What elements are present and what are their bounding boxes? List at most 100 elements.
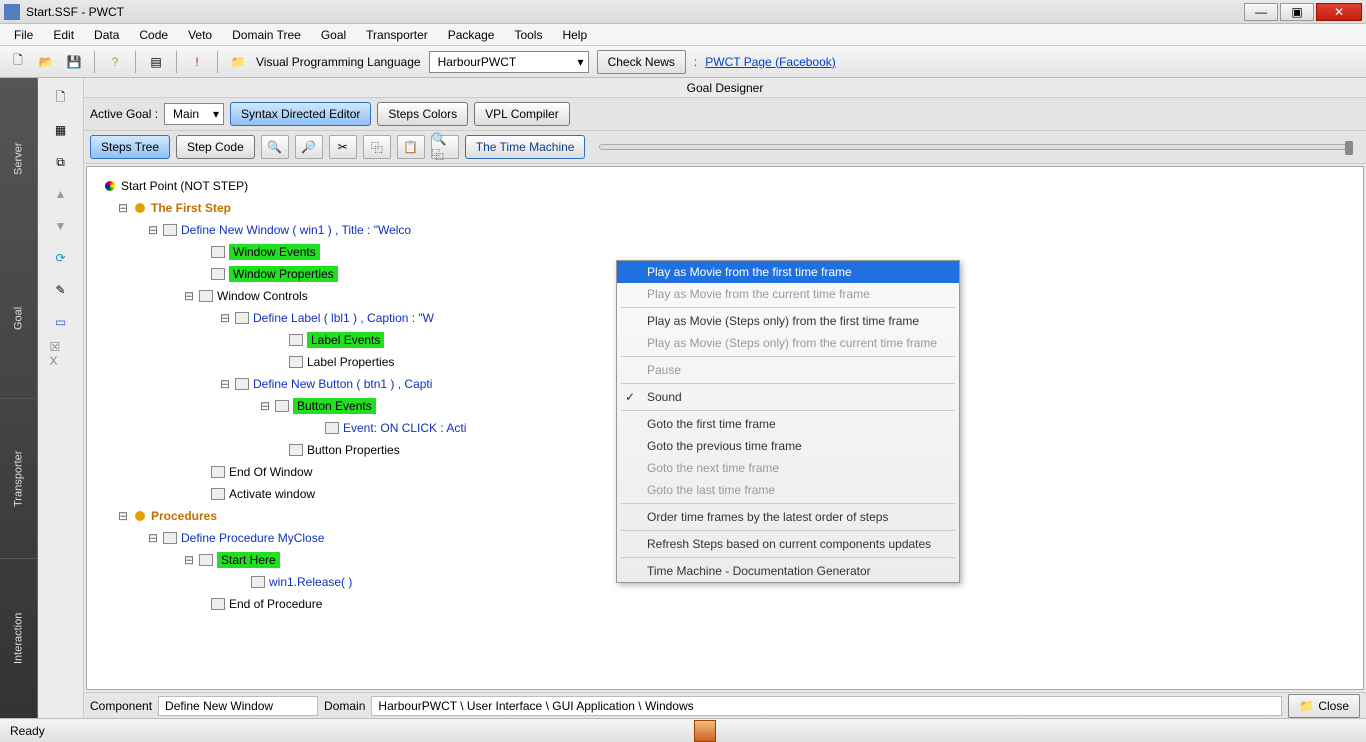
tree-win-release[interactable]: win1.Release( ): [269, 575, 352, 589]
menu-package[interactable]: Package: [440, 26, 503, 44]
folder-icon: 📁: [1299, 699, 1314, 713]
menu-item[interactable]: Refresh Steps based on current component…: [617, 533, 959, 555]
tree-button-events[interactable]: Button Events: [293, 398, 376, 414]
status-tool-icon[interactable]: [694, 720, 716, 742]
vpl-combo[interactable]: HarbourPWCT: [429, 51, 589, 73]
tree-start-here[interactable]: Start Here: [217, 552, 280, 568]
time-slider[interactable]: [599, 144, 1352, 150]
cut-icon[interactable]: ✂: [329, 135, 357, 159]
save-file-icon[interactable]: 💾: [64, 52, 84, 72]
tree-window-properties[interactable]: Window Properties: [229, 266, 338, 282]
menu-item[interactable]: Play as Movie (Steps only) from the firs…: [617, 310, 959, 332]
new-file-icon[interactable]: 🗋: [8, 52, 28, 72]
box-icon: [211, 466, 225, 478]
syntax-directed-editor-button[interactable]: Syntax Directed Editor: [230, 102, 371, 126]
help-icon[interactable]: ?: [105, 52, 125, 72]
tree-procedures[interactable]: Procedures: [151, 509, 217, 523]
tree-activate-window[interactable]: Activate window: [229, 487, 315, 501]
tree-window-events[interactable]: Window Events: [229, 244, 320, 260]
tree-label-events[interactable]: Label Events: [307, 332, 384, 348]
vpl-compiler-button[interactable]: VPL Compiler: [474, 102, 570, 126]
grid-icon[interactable]: ▦: [50, 120, 72, 140]
minimize-button[interactable]: —: [1244, 3, 1278, 21]
sidetab-server[interactable]: Server: [0, 78, 37, 238]
menu-file[interactable]: File: [6, 26, 41, 44]
tree-label-properties[interactable]: Label Properties: [307, 355, 394, 369]
menu-domain-tree[interactable]: Domain Tree: [224, 26, 309, 44]
menu-tools[interactable]: Tools: [506, 26, 550, 44]
time-machine-button[interactable]: The Time Machine: [465, 135, 586, 159]
zoom-out-icon[interactable]: 🔎: [295, 135, 323, 159]
checkbox-x-icon[interactable]: ☒ X: [50, 344, 72, 364]
collapse-icon[interactable]: ⊟: [183, 289, 195, 304]
separator: [176, 51, 177, 73]
box-icon: [289, 334, 303, 346]
collapse-icon[interactable]: ⊟: [219, 311, 231, 326]
menu-item[interactable]: Goto the previous time frame: [617, 435, 959, 457]
collapse-icon[interactable]: ⊟: [117, 509, 129, 524]
window-icon[interactable]: ▭: [50, 312, 72, 332]
refresh-icon[interactable]: ⟳: [50, 248, 72, 268]
tree-end-window[interactable]: End Of Window: [229, 465, 312, 479]
menu-goal[interactable]: Goal: [313, 26, 354, 44]
copy-icon[interactable]: ⿻: [363, 135, 391, 159]
check-news-button[interactable]: Check News: [597, 50, 686, 74]
tree-button-properties[interactable]: Button Properties: [307, 443, 400, 457]
menu-veto[interactable]: Veto: [180, 26, 220, 44]
down-arrow-icon[interactable]: ▼: [50, 216, 72, 236]
tree-end-procedure[interactable]: End of Procedure: [229, 597, 322, 611]
menu-item[interactable]: ✓Sound: [617, 386, 959, 408]
menu-separator: [621, 307, 955, 308]
tree-root[interactable]: Start Point (NOT STEP): [121, 179, 248, 193]
up-arrow-icon[interactable]: ▲: [50, 184, 72, 204]
close-panel-button[interactable]: 📁Close: [1288, 694, 1360, 718]
list-icon[interactable]: ▤: [146, 52, 166, 72]
tree-event-onclick[interactable]: Event: ON CLICK : Acti: [343, 421, 466, 435]
menu-item[interactable]: Time Machine - Documentation Generator: [617, 560, 959, 582]
collapse-icon[interactable]: ⊟: [147, 531, 159, 546]
menu-code[interactable]: Code: [131, 26, 176, 44]
check-icon: ✓: [625, 390, 635, 404]
menu-item[interactable]: Play as Movie from the first time frame: [617, 261, 959, 283]
components-icon[interactable]: ⧉: [50, 152, 72, 172]
folder-icon[interactable]: 📁: [228, 52, 248, 72]
tree-def-procedure[interactable]: Define Procedure MyClose: [181, 531, 324, 545]
tree-window-controls[interactable]: Window Controls: [217, 289, 308, 303]
tree-def-button[interactable]: Define New Button ( btn1 ) , Capti: [253, 377, 432, 391]
tree-def-window[interactable]: Define New Window ( win1 ) , Title : "We…: [181, 223, 411, 237]
sidetab-goal[interactable]: Goal: [0, 238, 37, 398]
pwct-facebook-link[interactable]: PWCT Page (Facebook): [705, 55, 836, 69]
step-code-button[interactable]: Step Code: [176, 135, 255, 159]
tree-def-label[interactable]: Define Label ( lbl1 ) , Caption : "W: [253, 311, 434, 325]
collapse-icon[interactable]: ⊟: [147, 223, 159, 238]
box-icon: [211, 598, 225, 610]
steps-colors-button[interactable]: Steps Colors: [377, 102, 468, 126]
menu-item[interactable]: Order time frames by the latest order of…: [617, 506, 959, 528]
collapse-icon[interactable]: ⊟: [183, 553, 195, 568]
page-icon[interactable]: 🗋: [50, 88, 72, 108]
menu-transporter[interactable]: Transporter: [358, 26, 436, 44]
sidetab-interaction[interactable]: Interaction: [0, 558, 37, 718]
tree-first-step[interactable]: The First Step: [151, 201, 231, 215]
menu-item-label: Goto the first time frame: [647, 417, 776, 431]
open-file-icon[interactable]: 📂: [36, 52, 56, 72]
maximize-button[interactable]: ▣: [1280, 3, 1314, 21]
active-goal-combo[interactable]: Main: [164, 103, 224, 125]
zoom-in-icon[interactable]: 🔍: [261, 135, 289, 159]
pencil-icon[interactable]: ✎: [50, 280, 72, 300]
menu-help[interactable]: Help: [554, 26, 595, 44]
collapse-icon[interactable]: ⊟: [117, 201, 129, 216]
sidetab-transporter[interactable]: Transporter: [0, 398, 37, 558]
menu-item[interactable]: Goto the first time frame: [617, 413, 959, 435]
collapse-icon[interactable]: ⊟: [219, 377, 231, 392]
collapse-icon[interactable]: ⊟: [259, 399, 271, 414]
paste-icon[interactable]: 📋: [397, 135, 425, 159]
menu-data[interactable]: Data: [86, 26, 127, 44]
find-icon[interactable]: 🔍⿻: [431, 135, 459, 159]
vpl-label: Visual Programming Language: [256, 55, 421, 69]
menu-item: Goto the last time frame: [617, 479, 959, 501]
exclaim-icon[interactable]: !: [187, 52, 207, 72]
menu-edit[interactable]: Edit: [45, 26, 82, 44]
steps-tree-button[interactable]: Steps Tree: [90, 135, 170, 159]
close-button[interactable]: ✕: [1316, 3, 1362, 21]
